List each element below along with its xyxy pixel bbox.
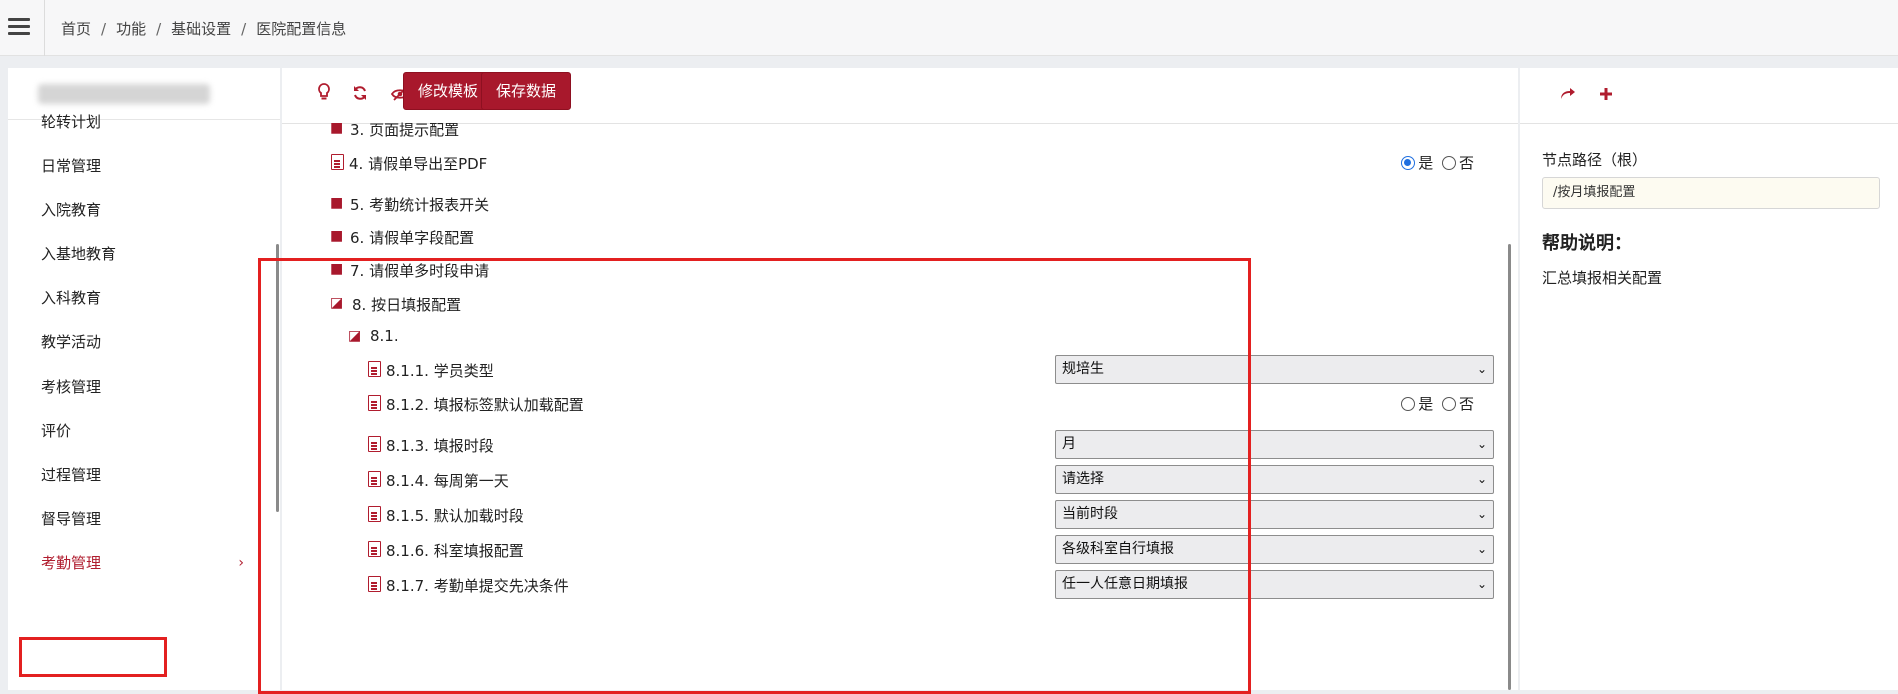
report-period-select[interactable]: 月 ⌄ [1055, 430, 1494, 459]
sidebar-item-rotation-plan[interactable]: 轮转计划 [8, 102, 278, 142]
tree-row[interactable]: ◪ 8. 按日填报配置 [282, 287, 1502, 323]
chevron-down-icon: ⌄ [1476, 437, 1487, 451]
breadcrumb-hospital-config: 医院配置信息 [256, 20, 347, 38]
document-icon [368, 471, 381, 487]
highlight-box-sidebar [19, 637, 167, 677]
yes-no-radio-group: 是 否 [1401, 152, 1474, 173]
chevron-down-icon: ⌄ [1476, 362, 1487, 376]
sidebar-item-daily-management[interactable]: 日常管理 [8, 146, 278, 186]
tree-row: 8.1.1. 学员类型 规培生 ⌄ [282, 353, 1502, 389]
tree-row[interactable]: ■ 7. 请假单多时段申请 [282, 253, 1502, 289]
edit-template-button[interactable]: 修改模板 [403, 72, 494, 110]
folder-icon: ■ [330, 195, 344, 211]
tree-row: 8.1.2. 填报标签默认加载配置 是 否 [282, 387, 1502, 423]
sidebar-item-process-management[interactable]: 过程管理 [8, 455, 278, 495]
save-data-button[interactable]: 保存数据 [481, 72, 572, 110]
document-icon [368, 361, 381, 377]
sidebar-item-supervision[interactable]: 督导管理 [8, 499, 278, 539]
sidebar-item-dept-education[interactable]: 入科教育 [8, 278, 278, 318]
document-icon [331, 154, 344, 170]
radio-no[interactable] [1441, 397, 1456, 411]
sidebar-item-hospital-education[interactable]: 入院教育 [8, 190, 278, 230]
tree-row: 8.1.7. 考勤单提交先决条件 任一人任意日期填报 ⌄ [282, 568, 1502, 604]
chevron-right-icon: › [238, 555, 244, 571]
help-text: 汇总填报相关配置 [1542, 269, 1663, 287]
main-panel: 修改模板 保存数据 ■ 3. 页面提示配置 4. 请假单导出至PDF 是 否 ■… [282, 68, 1518, 690]
breadcrumb-function[interactable]: 功能 [116, 20, 146, 38]
sidebar-scrollbar[interactable] [276, 244, 279, 512]
help-title: 帮助说明： [1542, 233, 1632, 254]
document-icon [368, 576, 381, 592]
folder-icon: ■ [330, 261, 344, 277]
tree-row: 8.1.5. 默认加载时段 当前时段 ⌄ [282, 498, 1502, 534]
sidebar-item-base-education[interactable]: 入基地教育 [8, 234, 278, 274]
sidebar: 轮转计划 日常管理 入院教育 入基地教育 入科教育 教学活动 考核管理 评价 过… [8, 68, 280, 690]
chevron-down-icon: ⌄ [1476, 577, 1487, 591]
document-icon [368, 395, 381, 411]
main-scrollbar[interactable] [1508, 244, 1511, 690]
chevron-down-icon: ⌄ [1476, 542, 1487, 556]
breadcrumb-home[interactable]: 首页 [61, 20, 91, 38]
tree-row[interactable]: ■ 6. 请假单字段配置 [282, 220, 1502, 256]
tree-row[interactable]: 4. 请假单导出至PDF 是 否 [282, 146, 1502, 182]
document-icon [368, 541, 381, 557]
chevron-down-icon: ⌄ [1476, 472, 1487, 486]
menu-icon[interactable] [8, 16, 30, 38]
config-tree: ■ 3. 页面提示配置 4. 请假单导出至PDF 是 否 ■ 5. 考勤统计报表… [282, 120, 1518, 690]
share-icon[interactable] [1554, 82, 1582, 110]
refresh-icon[interactable] [346, 82, 374, 110]
default-load-period-select[interactable]: 当前时段 ⌄ [1055, 500, 1494, 529]
tree-row: 8.1.3. 填报时段 月 ⌄ [282, 428, 1502, 464]
tree-row[interactable]: ◪ 8.1. [282, 320, 1502, 356]
breadcrumb-basic-settings[interactable]: 基础设置 [171, 20, 231, 38]
top-bar: 首页 / 功能 / 基础设置 / 医院配置信息 [0, 0, 1898, 56]
tree-row[interactable]: ■ 3. 页面提示配置 [282, 112, 1502, 148]
plus-icon[interactable] [1592, 82, 1620, 110]
document-icon [368, 506, 381, 522]
folder-open-icon: ◪ [348, 328, 362, 344]
document-icon [368, 436, 381, 452]
sidebar-item-assessment[interactable]: 考核管理 [8, 367, 278, 407]
radio-yes[interactable] [1401, 156, 1416, 170]
folder-icon: ■ [330, 228, 344, 244]
node-path-field[interactable]: /按月填报配置 [1542, 177, 1880, 209]
folder-open-icon: ◪ [330, 295, 344, 311]
node-path-label: 节点路径（根） [1542, 151, 1648, 169]
right-panel: 节点路径（根） /按月填报配置 帮助说明： 汇总填报相关配置 [1520, 68, 1898, 690]
radio-yes[interactable] [1401, 397, 1416, 411]
chevron-down-icon: ⌄ [1476, 507, 1487, 521]
week-first-day-select[interactable]: 请选择 ⌄ [1055, 465, 1494, 494]
tree-row[interactable]: ■ 5. 考勤统计报表开关 [282, 187, 1502, 223]
sidebar-item-attendance[interactable]: 考勤管理 › [8, 543, 278, 583]
radio-no[interactable] [1441, 156, 1456, 170]
tree-row: 8.1.6. 科室填报配置 各级科室自行填报 ⌄ [282, 533, 1502, 569]
sidebar-item-teaching-activity[interactable]: 教学活动 [8, 322, 278, 362]
divider [44, 0, 45, 56]
lightbulb-icon[interactable] [310, 82, 338, 110]
sidebar-item-label: 考勤管理 [41, 554, 102, 572]
folder-icon: ■ [330, 120, 344, 136]
yes-no-radio-group: 是 否 [1401, 393, 1474, 414]
right-toolbar [1520, 68, 1898, 124]
tree-row: 8.1.4. 每周第一天 请选择 ⌄ [282, 463, 1502, 499]
student-type-select[interactable]: 规培生 ⌄ [1055, 355, 1494, 384]
breadcrumb: 首页 / 功能 / 基础设置 / 医院配置信息 [61, 20, 347, 38]
blurred-username [38, 84, 210, 104]
sidebar-item-evaluation[interactable]: 评价 [8, 411, 278, 451]
dept-report-config-select[interactable]: 各级科室自行填报 ⌄ [1055, 535, 1494, 564]
submit-precondition-select[interactable]: 任一人任意日期填报 ⌄ [1055, 570, 1494, 599]
